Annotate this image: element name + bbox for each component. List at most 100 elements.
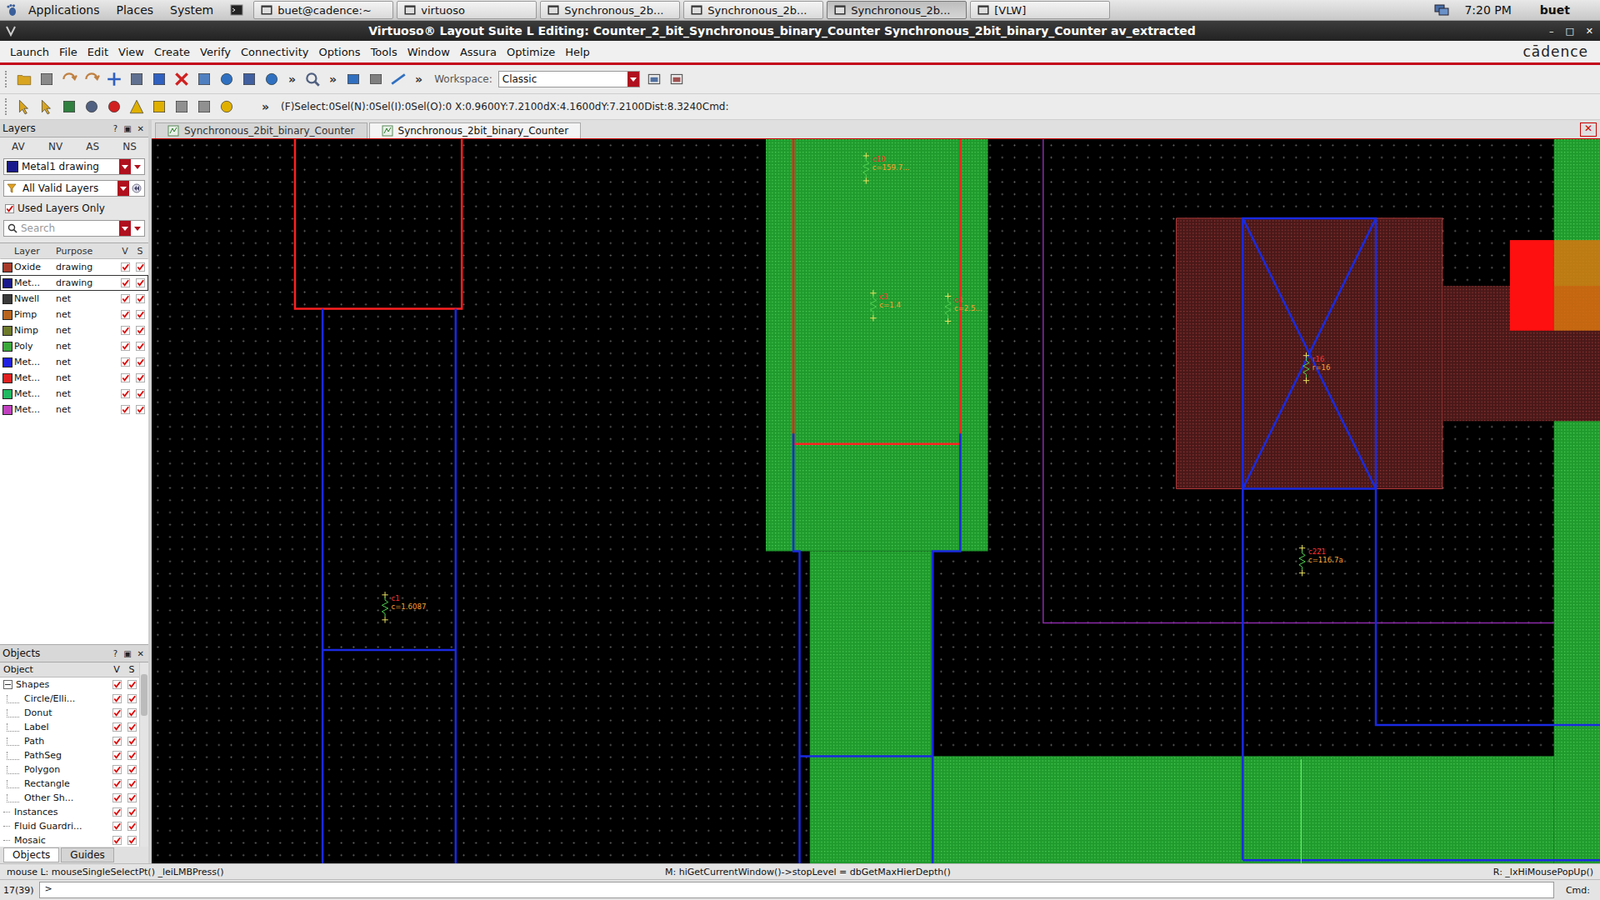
visible-checkbox[interactable] [120, 310, 130, 320]
layer-filter-select[interactable]: All Valid Layers [3, 180, 145, 197]
parasitic-marker[interactable]: r16r=16 [1303, 352, 1331, 384]
metal2-shape[interactable] [765, 139, 1600, 864]
menu-item[interactable]: Launch [5, 45, 55, 59]
visible-checkbox[interactable] [120, 278, 130, 288]
parasitic-marker[interactable]: c221c=116.7a [1299, 545, 1344, 576]
layer-filter-tab[interactable]: NS [119, 140, 140, 153]
toolbar-overflow[interactable]: » [412, 72, 425, 86]
menu-item[interactable]: Help [560, 45, 595, 59]
selectable-checkbox[interactable] [127, 722, 137, 732]
toolbar-overflow[interactable]: » [326, 72, 340, 86]
visible-checkbox[interactable] [120, 405, 130, 415]
undo-icon[interactable] [60, 70, 78, 88]
partial-select-icon[interactable] [38, 98, 55, 115]
toolbar-overflow[interactable]: » [285, 72, 299, 86]
copy-icon[interactable] [128, 70, 145, 88]
selectable-checkbox[interactable] [127, 694, 137, 704]
taskbar-button[interactable]: Synchronous_2b... [826, 0, 967, 20]
gnome-foot-icon[interactable] [5, 3, 19, 17]
selectable-checkbox[interactable] [127, 765, 137, 775]
layer-filter-tab[interactable]: AV [8, 140, 29, 153]
layout-drawing[interactable]: c1c=1.6087c10c=159.7...c3c=1.4c4c=2.5...… [151, 139, 1600, 864]
layer-filter-tab[interactable]: NV [45, 140, 66, 153]
marker-icon[interactable] [150, 98, 168, 115]
layer-row[interactable]: Pimpnet [0, 306, 149, 323]
object-row[interactable]: Circle/Elli... [0, 691, 140, 706]
layer-row[interactable]: Met...net [0, 385, 149, 402]
visible-checkbox[interactable] [112, 680, 122, 690]
layer-row[interactable]: Nimpnet [0, 322, 149, 339]
object-row[interactable]: PathSeg [0, 748, 140, 763]
visible-checkbox[interactable] [112, 736, 122, 746]
properties-icon[interactable] [195, 70, 213, 88]
menu-item[interactable]: Verify [195, 45, 236, 59]
selectable-checkbox[interactable] [135, 405, 145, 415]
layer-row[interactable]: Met...net [0, 370, 149, 386]
panel-control[interactable]: ? [111, 124, 120, 134]
dropdown-arrow-icon[interactable] [119, 220, 131, 236]
metal1-shape[interactable] [295, 139, 960, 864]
selectable-checkbox[interactable] [127, 835, 137, 845]
workspace-save-icon[interactable] [645, 70, 663, 88]
visible-checkbox[interactable] [112, 722, 122, 732]
menu-item[interactable]: Edit [82, 45, 114, 59]
drc-icon[interactable] [105, 98, 123, 115]
menu-item[interactable]: View [113, 45, 150, 59]
selectable-checkbox[interactable] [135, 262, 145, 272]
selectable-checkbox[interactable] [135, 389, 145, 399]
used-layers-checkbox[interactable]: Used Layers Only [0, 199, 149, 218]
selectable-checkbox[interactable] [127, 807, 137, 817]
terminal-icon[interactable] [230, 3, 244, 17]
taskbar-button[interactable]: [VLW] [970, 0, 1110, 20]
selectable-checkbox[interactable] [127, 779, 137, 789]
selectable-checkbox[interactable] [127, 736, 137, 746]
layer-row[interactable]: Polynet [0, 338, 149, 355]
collapse-icon[interactable] [3, 680, 13, 690]
layer-select[interactable]: Metal1 drawing [3, 158, 145, 175]
object-row[interactable]: Label [0, 720, 140, 735]
layer-filter-tab[interactable]: AS [82, 140, 103, 153]
visible-checkbox[interactable] [112, 779, 122, 789]
bulb-icon[interactable] [218, 98, 235, 115]
visible-checkbox[interactable] [120, 341, 130, 351]
selectable-checkbox[interactable] [127, 750, 137, 760]
stretch-icon[interactable] [150, 70, 168, 88]
visible-checkbox[interactable] [112, 694, 122, 704]
workspace-load-icon[interactable] [668, 70, 685, 88]
user-name[interactable]: buet [1540, 3, 1570, 17]
visible-checkbox[interactable] [120, 262, 130, 272]
selectable-checkbox[interactable] [135, 294, 145, 304]
parasitic-marker[interactable]: c10c=159.7... [863, 152, 910, 184]
layer-row[interactable]: Met...drawing [0, 275, 149, 291]
design-tab[interactable]: Synchronous_2bit_binary_Counter [155, 122, 368, 139]
network-icon[interactable] [1434, 3, 1450, 17]
panel-menu[interactable]: Applications [21, 3, 107, 17]
zoom-icon[interactable] [304, 70, 321, 88]
menu-item[interactable]: Tools [365, 45, 403, 59]
redo-icon[interactable] [83, 70, 100, 88]
visible-checkbox[interactable] [112, 835, 122, 845]
selectable-checkbox[interactable] [127, 680, 137, 690]
contact-shape[interactable] [1242, 218, 1600, 860]
panel-control[interactable]: ▣ [121, 124, 133, 134]
selectable-checkbox[interactable] [135, 278, 145, 288]
layer-row[interactable]: Met...net [0, 401, 149, 418]
layout-canvas[interactable]: c1c=1.6087c10c=159.7...c3c=1.4c4c=2.5...… [151, 138, 1600, 864]
selectable-checkbox[interactable] [127, 793, 137, 803]
visible-checkbox[interactable] [112, 793, 122, 803]
taskbar-button[interactable]: Synchronous_2b... [540, 0, 680, 20]
command-input[interactable]: > [39, 881, 1555, 899]
taskbar-button[interactable]: virtuoso [396, 0, 537, 20]
visible-checkbox[interactable] [112, 708, 122, 718]
taskbar-button[interactable]: Synchronous_2b... [683, 0, 824, 20]
layer-row[interactable]: Met...net [0, 354, 149, 370]
parasitic-marker[interactable]: c3c=1.4 [870, 290, 901, 321]
open-icon[interactable] [15, 70, 33, 88]
object-row[interactable]: Other Sh... [0, 790, 140, 805]
pin-icon[interactable] [173, 98, 190, 115]
object-row[interactable]: Mosaic [0, 833, 140, 847]
object-row[interactable]: Donut [0, 705, 140, 720]
label-icon[interactable] [367, 70, 385, 88]
menu-item[interactable]: Optimize [501, 45, 560, 59]
rewind-icon[interactable] [131, 183, 142, 194]
